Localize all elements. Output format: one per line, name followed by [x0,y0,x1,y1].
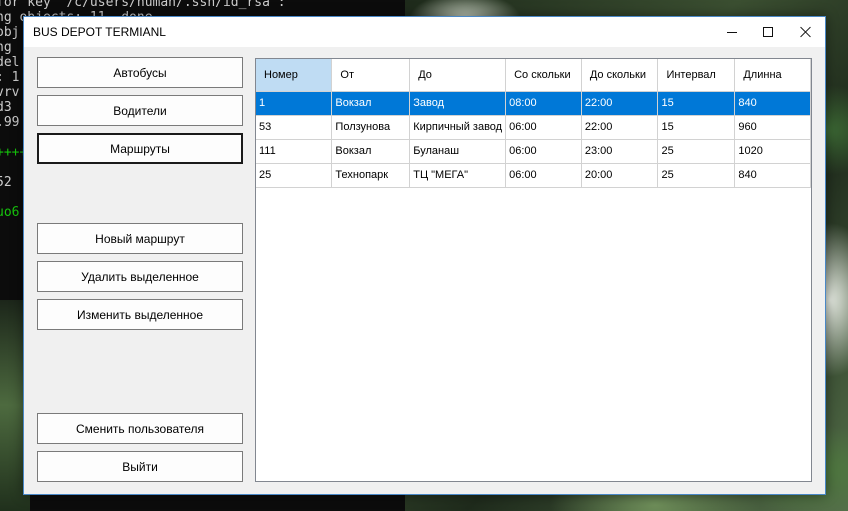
delete-selected-button[interactable]: Удалить выделенное [37,261,243,292]
cell-interval[interactable]: 25 [657,163,736,188]
maximize-button[interactable] [750,17,786,47]
routes-grid[interactable]: Номер От До Со скольки До скольки Интерв… [255,58,812,482]
column-header-interval[interactable]: Интервал [657,59,736,92]
column-header-end-time[interactable]: До скольки [581,59,659,92]
terminal-line: for key '/c/users/human/.ssh/id_rsa': [0,0,286,10]
terminal-line: .99 [0,115,20,130]
terminal-line: ng [0,40,12,55]
terminal-line: vrv [0,85,20,100]
column-header-from[interactable]: От [331,59,411,92]
routes-button[interactable]: Маршруты [37,133,243,164]
cell-start-time[interactable]: 06:00 [505,163,582,188]
title-bar[interactable]: BUS DEPOT TERMIANL [24,17,825,47]
column-header-start-time[interactable]: Со скольки [505,59,582,92]
cell-to[interactable]: Буланаш [409,139,507,164]
terminal-line: : 1 [0,70,20,85]
cell-end-time[interactable]: 23:00 [581,139,659,164]
cell-interval[interactable]: 25 [657,139,736,164]
cell-start-time[interactable]: 06:00 [505,115,582,140]
cell-to[interactable]: ТЦ "МЕГА" [409,163,507,188]
edit-selected-button[interactable]: Изменить выделенное [37,299,243,330]
table-row[interactable]: 111 Вокзал Буланаш 06:00 23:00 25 1020 [256,139,811,164]
app-window: BUS DEPOT TERMIANL Автобусы Водители Мар… [23,16,826,495]
cell-from[interactable]: Вокзал [331,139,411,164]
cell-interval[interactable]: 15 [657,91,736,116]
cell-from[interactable]: Технопарк [331,163,411,188]
terminal-line: 52 [0,175,12,190]
cell-length[interactable]: 1020 [734,139,811,164]
cell-number[interactable]: 25 [256,163,333,188]
header-row: Номер От До Со скольки До скольки Интерв… [256,59,811,92]
drivers-button[interactable]: Водители [37,95,243,126]
cell-length[interactable]: 840 [734,91,811,116]
cell-to[interactable]: Завод [409,91,507,116]
terminal-line: obj [0,25,20,40]
cell-end-time[interactable]: 22:00 [581,91,659,116]
switch-user-button[interactable]: Сменить пользователя [37,413,243,444]
cell-length[interactable]: 840 [734,163,811,188]
column-header-number[interactable]: Номер [256,59,333,92]
table-row[interactable]: 53 Ползунова Кирпичный завод 06:00 22:00… [256,115,811,140]
buses-button[interactable]: Автобусы [37,57,243,88]
cell-from[interactable]: Ползунова [331,115,411,140]
cell-interval[interactable]: 15 [657,115,736,140]
cell-number[interactable]: 53 [256,115,333,140]
cell-length[interactable]: 960 [734,115,811,140]
routes-table: Номер От До Со скольки До скольки Интерв… [256,59,811,188]
exit-button[interactable]: Выйти [37,451,243,482]
cell-to[interactable]: Кирпичный завод [409,115,507,140]
table-row[interactable]: 25 Технопарк ТЦ "МЕГА" 06:00 20:00 25 84… [256,163,811,188]
cell-start-time[interactable]: 06:00 [505,139,582,164]
new-route-button[interactable]: Новый маршрут [37,223,243,254]
close-icon [800,26,812,38]
cell-number[interactable]: 111 [256,139,333,164]
cell-end-time[interactable]: 20:00 [581,163,659,188]
maximize-icon [763,27,773,37]
minimize-button[interactable] [714,17,750,47]
minimize-icon [727,31,737,33]
window-title: BUS DEPOT TERMIANL [33,25,166,39]
cell-from[interactable]: Вокзал [331,91,411,116]
cell-start-time[interactable]: 08:00 [505,91,582,116]
close-button[interactable] [788,17,824,47]
table-row[interactable]: 1 Вокзал Завод 08:00 22:00 15 840 [256,91,811,116]
cell-number[interactable]: 1 [256,91,333,116]
cell-end-time[interactable]: 22:00 [581,115,659,140]
terminal-line: d3 [0,100,12,115]
column-header-to[interactable]: До [409,59,507,92]
terminal-line: del [0,55,20,70]
column-header-length[interactable]: Длинна [734,59,811,92]
terminal-line: uo6 [0,205,20,220]
